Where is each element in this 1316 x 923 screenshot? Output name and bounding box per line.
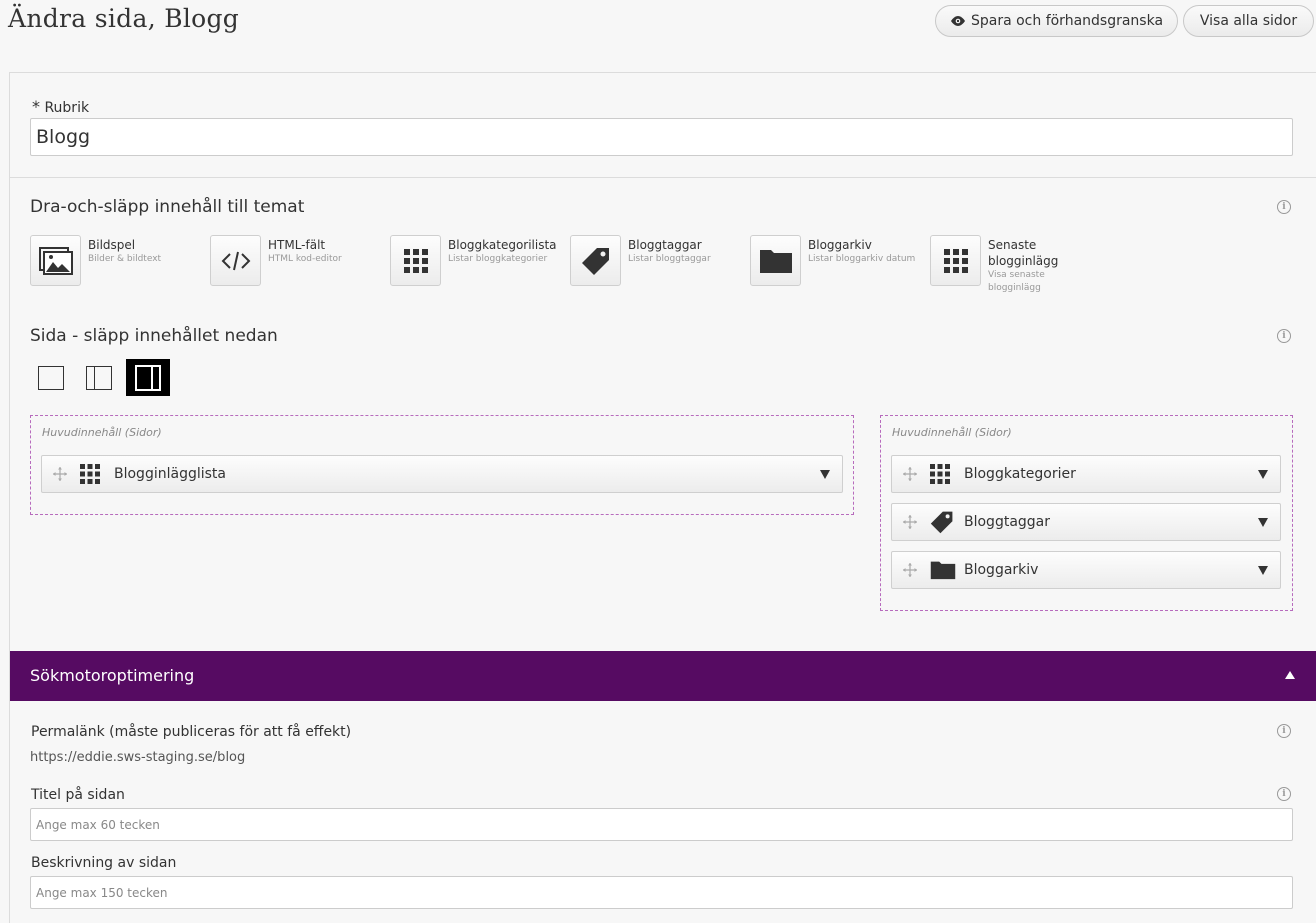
page-title: Ändra sida, Blogg [8, 4, 240, 33]
widget-name: Bildspel [88, 238, 136, 252]
folder-icon [759, 249, 792, 273]
caret-up-icon[interactable] [1285, 671, 1295, 679]
permalink-label: Permalänk (måste publiceras för att få e… [31, 724, 352, 740]
widget-name: Bloggkategorilista [448, 238, 557, 252]
seo-section-header[interactable]: Sökmotoroptimering [10, 651, 1316, 701]
widgets-section-title: Dra-och-släpp innehåll till temat [30, 197, 305, 217]
widget-name: Bloggarkiv [808, 238, 872, 252]
two-column-wide-icon [135, 364, 161, 391]
layout-two-column-narrow[interactable] [77, 359, 121, 396]
widget-desc: Listar bloggkategorier [448, 254, 548, 264]
seo-section-title: Sökmotoroptimering [30, 666, 195, 685]
widget-desc: Listar bloggtaggar [628, 254, 711, 264]
widget-icon-box [930, 235, 981, 286]
page-description-label: Beskrivning av sidan [31, 855, 177, 871]
view-all-pages-label: Visa alla sidor [1199, 13, 1298, 29]
widget-name: Senaste blogginlägg [988, 238, 1059, 268]
folder-icon [930, 561, 956, 580]
content-item[interactable]: Bloggtaggar [891, 503, 1281, 541]
widget-senaste-blogginlagg[interactable]: Senaste blogginlägg Visa senaste bloggin… [930, 235, 1105, 305]
content-item[interactable]: Bloggkategorier [891, 455, 1281, 493]
widget-name: Bloggtaggar [628, 238, 702, 252]
single-column-icon [38, 365, 64, 390]
eye-icon [950, 16, 965, 26]
page-description-input[interactable] [30, 876, 1293, 909]
rubrik-input[interactable] [30, 118, 1293, 156]
move-icon[interactable] [902, 562, 918, 578]
widget-bildspel[interactable]: Bildspel Bilder & bildtext [30, 235, 205, 305]
grid-icon [403, 248, 428, 273]
grid-icon [930, 464, 950, 484]
content-item[interactable]: Blogginlägglista [41, 455, 843, 493]
widget-icon-box [30, 235, 81, 286]
widget-icon-box [750, 235, 801, 286]
widget-name: HTML-fält [268, 238, 326, 252]
dropzone-label: Huvudinnehåll (Sidor) [42, 426, 162, 439]
dropzone-main[interactable]: Huvudinnehåll (Sidor) Blogginlägglista [30, 415, 854, 515]
widget-bloggkategorilista[interactable]: Bloggkategorilista Listar bloggkategorie… [390, 235, 565, 305]
content-item-label: Bloggarkiv [964, 562, 1039, 578]
image-icon [38, 246, 73, 275]
rubrik-label-wrap: * Rubrik [32, 97, 89, 116]
move-icon[interactable] [52, 466, 68, 482]
two-column-narrow-icon [86, 365, 112, 390]
rubrik-label: Rubrik [44, 100, 90, 116]
caret-down-icon[interactable] [820, 470, 830, 479]
content-item-label: Blogginlägglista [114, 466, 226, 482]
permalink-value: https://eddie.sws-staging.se/blog [30, 750, 246, 765]
content-item-label: Bloggkategorier [964, 466, 1076, 482]
layout-single-column[interactable] [29, 359, 73, 396]
content-item[interactable]: Bloggarkiv [891, 551, 1281, 589]
divider [10, 177, 1316, 178]
widget-desc: Bilder & bildtext [88, 254, 162, 264]
widget-desc: HTML kod-editor [268, 254, 342, 264]
grid-icon [943, 248, 968, 273]
save-preview-label: Spara och förhandsgranska [970, 13, 1164, 29]
dropzone-sidebar[interactable]: Huvudinnehåll (Sidor) Bloggkategorier Bl… [880, 415, 1293, 611]
widget-desc: Visa senaste blogginlägg [988, 270, 1045, 293]
edit-panel: * Rubrik Dra-och-släpp innehåll till tem… [9, 72, 1316, 923]
widget-icon-box [210, 235, 261, 286]
caret-down-icon[interactable] [1258, 518, 1268, 527]
layout-two-column-wide[interactable] [126, 359, 170, 396]
page-section-title: Sida - släpp innehållet nedan [30, 326, 278, 346]
content-item-label: Bloggtaggar [964, 514, 1051, 530]
info-icon[interactable]: i [1277, 329, 1291, 343]
info-icon[interactable]: i [1277, 787, 1291, 801]
move-icon[interactable] [902, 514, 918, 530]
widget-bloggtaggar[interactable]: Bloggtaggar Listar bloggtaggar [570, 235, 745, 305]
dropzone-label: Huvudinnehåll (Sidor) [892, 426, 1012, 439]
caret-down-icon[interactable] [1258, 566, 1268, 575]
widget-html[interactable]: HTML-fält HTML kod-editor [210, 235, 385, 305]
info-icon[interactable]: i [1277, 724, 1291, 738]
page-title-label: Titel på sidan [31, 787, 125, 803]
grid-icon [80, 464, 100, 484]
view-all-pages-button[interactable]: Visa alla sidor [1183, 5, 1314, 37]
widget-icon-box [390, 235, 441, 286]
widget-bloggarkiv[interactable]: Bloggarkiv Listar bloggarkiv datum [750, 235, 925, 305]
caret-down-icon[interactable] [1258, 470, 1268, 479]
page-title-input[interactable] [30, 808, 1293, 841]
widget-icon-box [570, 235, 621, 286]
move-icon[interactable] [902, 466, 918, 482]
save-preview-button[interactable]: Spara och förhandsgranska [935, 5, 1178, 37]
code-icon [221, 251, 250, 270]
tag-icon [581, 247, 609, 275]
required-marker: * [32, 97, 40, 116]
widget-desc: Listar bloggarkiv datum [808, 254, 916, 264]
info-icon[interactable]: i [1277, 200, 1291, 214]
tag-icon [930, 511, 953, 534]
